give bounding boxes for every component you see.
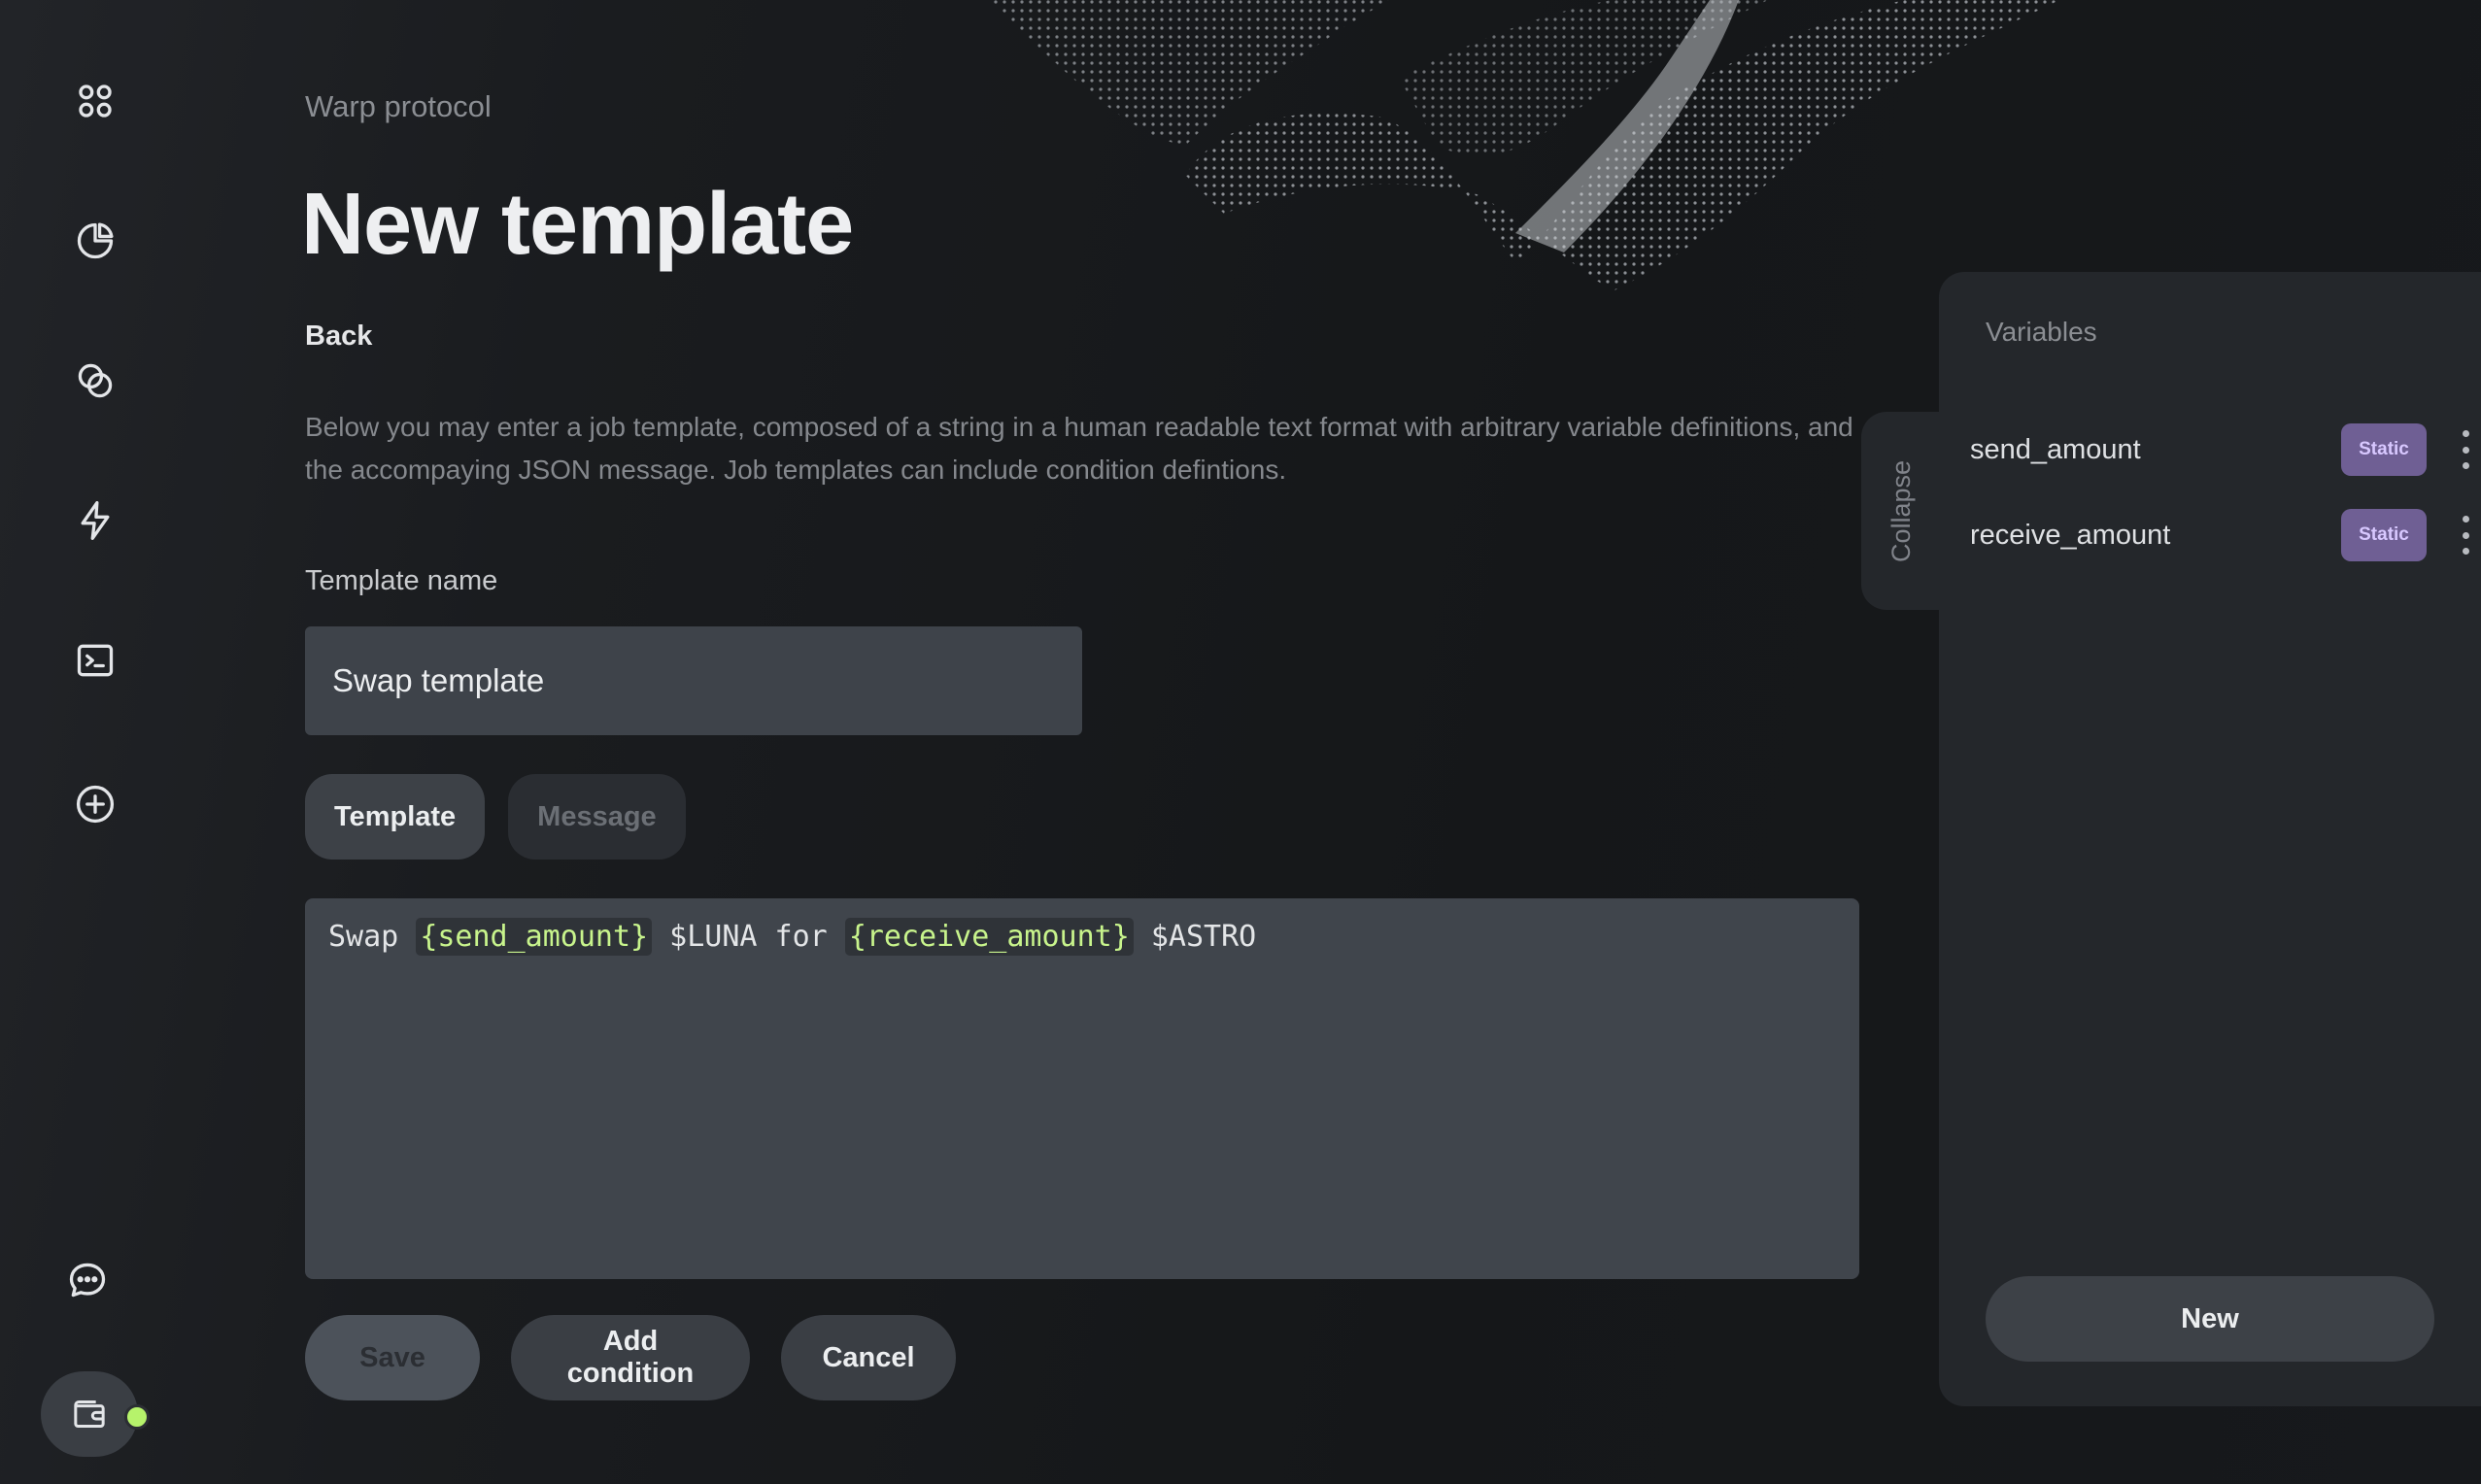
more-options-icon[interactable] (2456, 516, 2475, 555)
variable-name: receive_amount (1970, 519, 2171, 551)
tab-template[interactable]: Template (305, 774, 486, 860)
app-window: Warp protocol New template Back Below yo… (0, 0, 2481, 1484)
variable-item[interactable]: receive_amount Static (1970, 508, 2475, 562)
variables-panel-title: Variables (1986, 317, 2097, 347)
variable-kind-badge: Static (2341, 423, 2427, 476)
editor-text: $ASTRO (1133, 920, 1257, 954)
page-description: Below you may enter a job template, comp… (305, 412, 1853, 485)
template-name-input[interactable] (305, 626, 1082, 735)
terminal-icon (77, 644, 114, 677)
editor-text: $LUNA for (652, 920, 845, 954)
chat-button[interactable] (52, 1245, 122, 1315)
sidebar-item-templates[interactable] (60, 625, 130, 695)
sidebar-item-create[interactable] (60, 769, 130, 839)
template-editor[interactable]: Swap {send_amount} $LUNA for {receive_am… (305, 898, 1859, 1279)
sidebar-item-dashboard[interactable] (60, 66, 130, 136)
apps-grid-icon (79, 84, 112, 118)
add-circle-icon (76, 785, 115, 824)
form-actions: Save Add condition Cancel (305, 1315, 956, 1400)
wallet-icon (74, 1400, 105, 1428)
variable-kind-badge: Static (2341, 509, 2427, 561)
template-name-label: Template name (305, 565, 498, 596)
coins-icon (78, 363, 113, 398)
chat-icon (69, 1263, 106, 1298)
sidebar-item-jobs[interactable] (60, 486, 130, 556)
cancel-button[interactable]: Cancel (781, 1315, 956, 1400)
sidebar-item-analytics[interactable] (60, 206, 130, 276)
page-title: New template (301, 176, 854, 273)
wallet-connected-indicator (124, 1404, 150, 1430)
decorative-wave-graphic (991, 0, 2059, 291)
pie-chart-icon (77, 222, 114, 259)
sidebar (0, 0, 190, 1484)
collapse-label: Collapse (1886, 459, 1917, 562)
editor-tabs: Template Message (305, 774, 686, 860)
variable-token-send-amount[interactable]: {send_amount} (416, 918, 653, 956)
lightning-icon (81, 501, 110, 540)
new-variable-button[interactable]: New (1986, 1276, 2434, 1362)
variable-item[interactable]: send_amount Static (1970, 422, 2475, 477)
editor-text: Swap (328, 920, 417, 954)
breadcrumb[interactable]: Warp protocol (305, 89, 492, 124)
back-link[interactable]: Back (305, 320, 372, 353)
wallet-button[interactable] (41, 1371, 138, 1457)
variables-panel: Variables send_amount Static receive_amo… (1939, 272, 2481, 1406)
more-options-icon[interactable] (2456, 430, 2475, 469)
sidebar-item-assets[interactable] (60, 346, 130, 416)
tab-message[interactable]: Message (508, 774, 686, 860)
add-condition-button[interactable]: Add condition (511, 1315, 750, 1400)
collapse-panel-button[interactable]: Collapse (1861, 412, 1943, 610)
save-button[interactable]: Save (305, 1315, 480, 1400)
variable-token-receive-amount[interactable]: {receive_amount} (844, 918, 1134, 956)
variable-name: send_amount (1970, 433, 2141, 465)
